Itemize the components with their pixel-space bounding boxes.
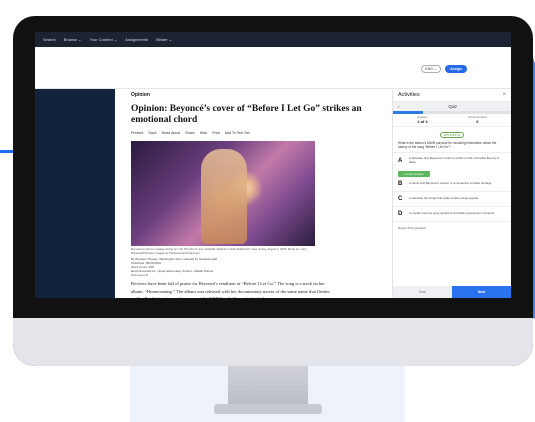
nav-your-content[interactable]: Your Content ⌄: [90, 37, 118, 42]
quiz-stats: Question 1 of 4 Correct Answers 0: [393, 114, 511, 127]
option-text: to describe the things that make certain…: [409, 196, 479, 201]
question-stat-value: 1 of 4: [417, 119, 428, 124]
monitor-base: [214, 404, 322, 414]
option-letter: C: [398, 196, 403, 202]
nav-browse[interactable]: Browse ⌄: [64, 37, 82, 42]
option-letter: B: [398, 181, 403, 187]
present-button[interactable]: Present: [131, 131, 143, 135]
option-letter: A: [398, 158, 403, 165]
monitor-chin: [13, 318, 533, 366]
activities-panel: Activities × ‹ Quiz Question 1 of 4 Corr…: [392, 89, 511, 298]
print-button[interactable]: Print: [212, 131, 219, 135]
promo-stage: Search Browse ⌄ Your Content ⌄ Assignmen…: [0, 0, 535, 422]
activities-title: Activities: [398, 92, 420, 98]
question-stat: Question 1 of 4: [417, 116, 427, 124]
quiz-progress: [393, 111, 511, 114]
article: Opinion Opinion: Beyoncé’s cover of “Bef…: [115, 89, 392, 298]
top-nav: Search Browse ⌄ Your Content ⌄ Assignmen…: [35, 32, 511, 47]
correct-stat-value: 0: [476, 119, 479, 124]
read-aloud-button[interactable]: Read Aloud: [162, 131, 181, 135]
correct-stat: Correct Answers 0: [468, 116, 487, 124]
back-button[interactable]: Back: [393, 286, 452, 298]
hide-button[interactable]: Hide: [200, 131, 207, 135]
nav-assignments[interactable]: Assignments: [125, 37, 148, 42]
question-text: What is the author’s MAIN purpose for in…: [398, 141, 497, 150]
answer-option-a[interactable]: A to illustrate how Beyoncé’s music is s…: [393, 152, 511, 169]
main-area: Opinion Opinion: Beyoncé’s cover of “Bef…: [35, 89, 511, 298]
text-level: Text Level: 8: [131, 273, 148, 278]
performer-figure: [201, 149, 247, 244]
article-body: Reviews have been full of praise for Bey…: [131, 281, 330, 298]
report-question-link[interactable]: Report This Question: [393, 221, 511, 234]
option-text: to illustrate how Beyoncé’s music is sim…: [408, 156, 500, 165]
screen: Search Browse ⌄ Your Content ⌄ Assignmen…: [35, 32, 511, 298]
quiz-progress-fill: [393, 111, 423, 114]
article-toolbar: Present Save Read Aloud Share Hide Print…: [131, 131, 384, 135]
article-headline: Opinion: Beyoncé’s cover of “Before I Le…: [131, 104, 362, 125]
option-text: to explain how the song speaks to the bl…: [409, 211, 495, 216]
article-photo: [131, 141, 315, 246]
share-button[interactable]: Share: [185, 131, 195, 135]
article-meta: By Brandon Tensley, Washington Post, ada…: [131, 257, 384, 277]
quiz-bar: ‹ Quiz: [393, 102, 511, 111]
chevron-left-icon[interactable]: ‹: [398, 104, 399, 109]
save-button[interactable]: Save: [148, 131, 156, 135]
close-icon[interactable]: ×: [502, 92, 506, 98]
sub-toolbar: ENG ⌄ Assign: [35, 47, 511, 89]
nav-binder[interactable]: Binder ⌄: [156, 37, 172, 42]
nav-search[interactable]: Search: [43, 37, 56, 42]
add-to-text-set-button[interactable]: Add To Text Set: [225, 131, 250, 135]
activities-header: Activities ×: [393, 89, 511, 102]
language-select[interactable]: ENG ⌄: [421, 65, 441, 73]
assign-button[interactable]: Assign: [445, 65, 467, 73]
left-dark-panel: [35, 89, 115, 298]
article-section: Opinion: [131, 92, 150, 98]
answer-option-d[interactable]: D to explain how the song speaks to the …: [393, 206, 511, 221]
photo-caption: Beyoncé performs onstage during her “On …: [131, 247, 307, 255]
quiz-nav: Back Next: [393, 286, 511, 298]
quiz-label: Quiz: [448, 104, 458, 109]
option-text: to show how Beyoncé’s version is a conne…: [409, 181, 492, 186]
answer-option-b[interactable]: B to show how Beyoncé’s version is a con…: [393, 177, 511, 191]
answer-option-c[interactable]: C to describe the things that make certa…: [393, 191, 511, 206]
next-button[interactable]: Next: [452, 286, 511, 298]
option-letter: D: [398, 211, 403, 217]
monitor-stand: [228, 366, 308, 408]
